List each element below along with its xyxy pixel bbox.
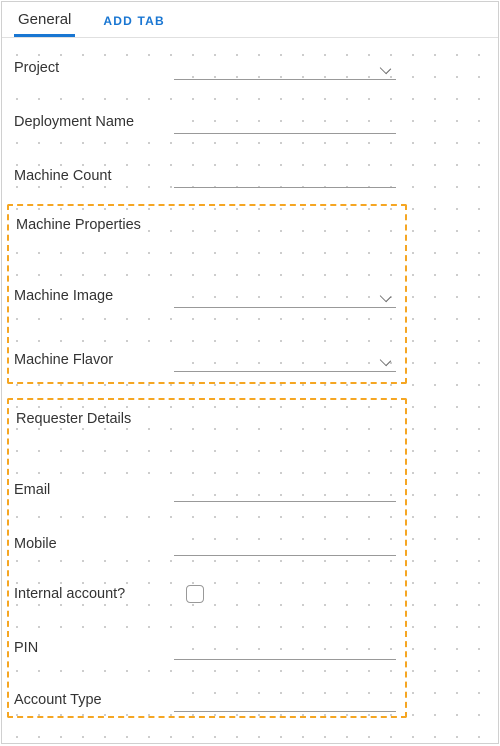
label-internal-account: Internal account? [14, 584, 174, 604]
tab-add[interactable]: ADD TAB [99, 6, 169, 37]
field-machine-image[interactable]: Machine Image [14, 284, 396, 308]
field-account-type[interactable]: Account Type [14, 688, 396, 712]
input-deployment-name[interactable] [174, 110, 396, 134]
field-email[interactable]: Email [14, 478, 396, 502]
label-mobile: Mobile [14, 534, 174, 554]
field-machine-flavor[interactable]: Machine Flavor [14, 348, 396, 372]
field-project[interactable]: Project [14, 56, 396, 80]
group-title-requester-details: Requester Details [14, 410, 133, 428]
input-machine-image[interactable] [174, 284, 396, 308]
field-mobile[interactable]: Mobile [14, 532, 396, 556]
label-machine-count: Machine Count [14, 166, 174, 186]
label-project: Project [14, 58, 174, 78]
label-pin: PIN [14, 638, 174, 658]
input-mobile[interactable] [174, 532, 396, 556]
field-machine-count[interactable]: Machine Count [14, 164, 396, 188]
field-deployment-name[interactable]: Deployment Name [14, 110, 396, 134]
design-canvas[interactable]: Project Deployment Name Machine Count Ma… [2, 38, 498, 743]
field-pin[interactable]: PIN [14, 636, 396, 660]
checkbox-internal-account[interactable] [186, 585, 204, 603]
input-machine-count[interactable] [174, 164, 396, 188]
label-deployment-name: Deployment Name [14, 112, 174, 132]
input-machine-flavor[interactable] [174, 348, 396, 372]
field-internal-account[interactable]: Internal account? [14, 584, 396, 604]
input-pin[interactable] [174, 636, 396, 660]
group-requester-details[interactable] [7, 398, 407, 718]
label-machine-flavor: Machine Flavor [14, 350, 174, 370]
group-title-machine-properties: Machine Properties [14, 216, 143, 234]
input-email[interactable] [174, 478, 396, 502]
input-project[interactable] [174, 56, 396, 80]
label-account-type: Account Type [14, 690, 174, 710]
tab-general[interactable]: General [14, 3, 75, 37]
label-email: Email [14, 480, 174, 500]
form-designer-panel: General ADD TAB Project Deployment Name … [1, 1, 499, 744]
tab-bar: General ADD TAB [2, 2, 498, 38]
input-account-type[interactable] [174, 688, 396, 712]
label-machine-image: Machine Image [14, 286, 174, 306]
